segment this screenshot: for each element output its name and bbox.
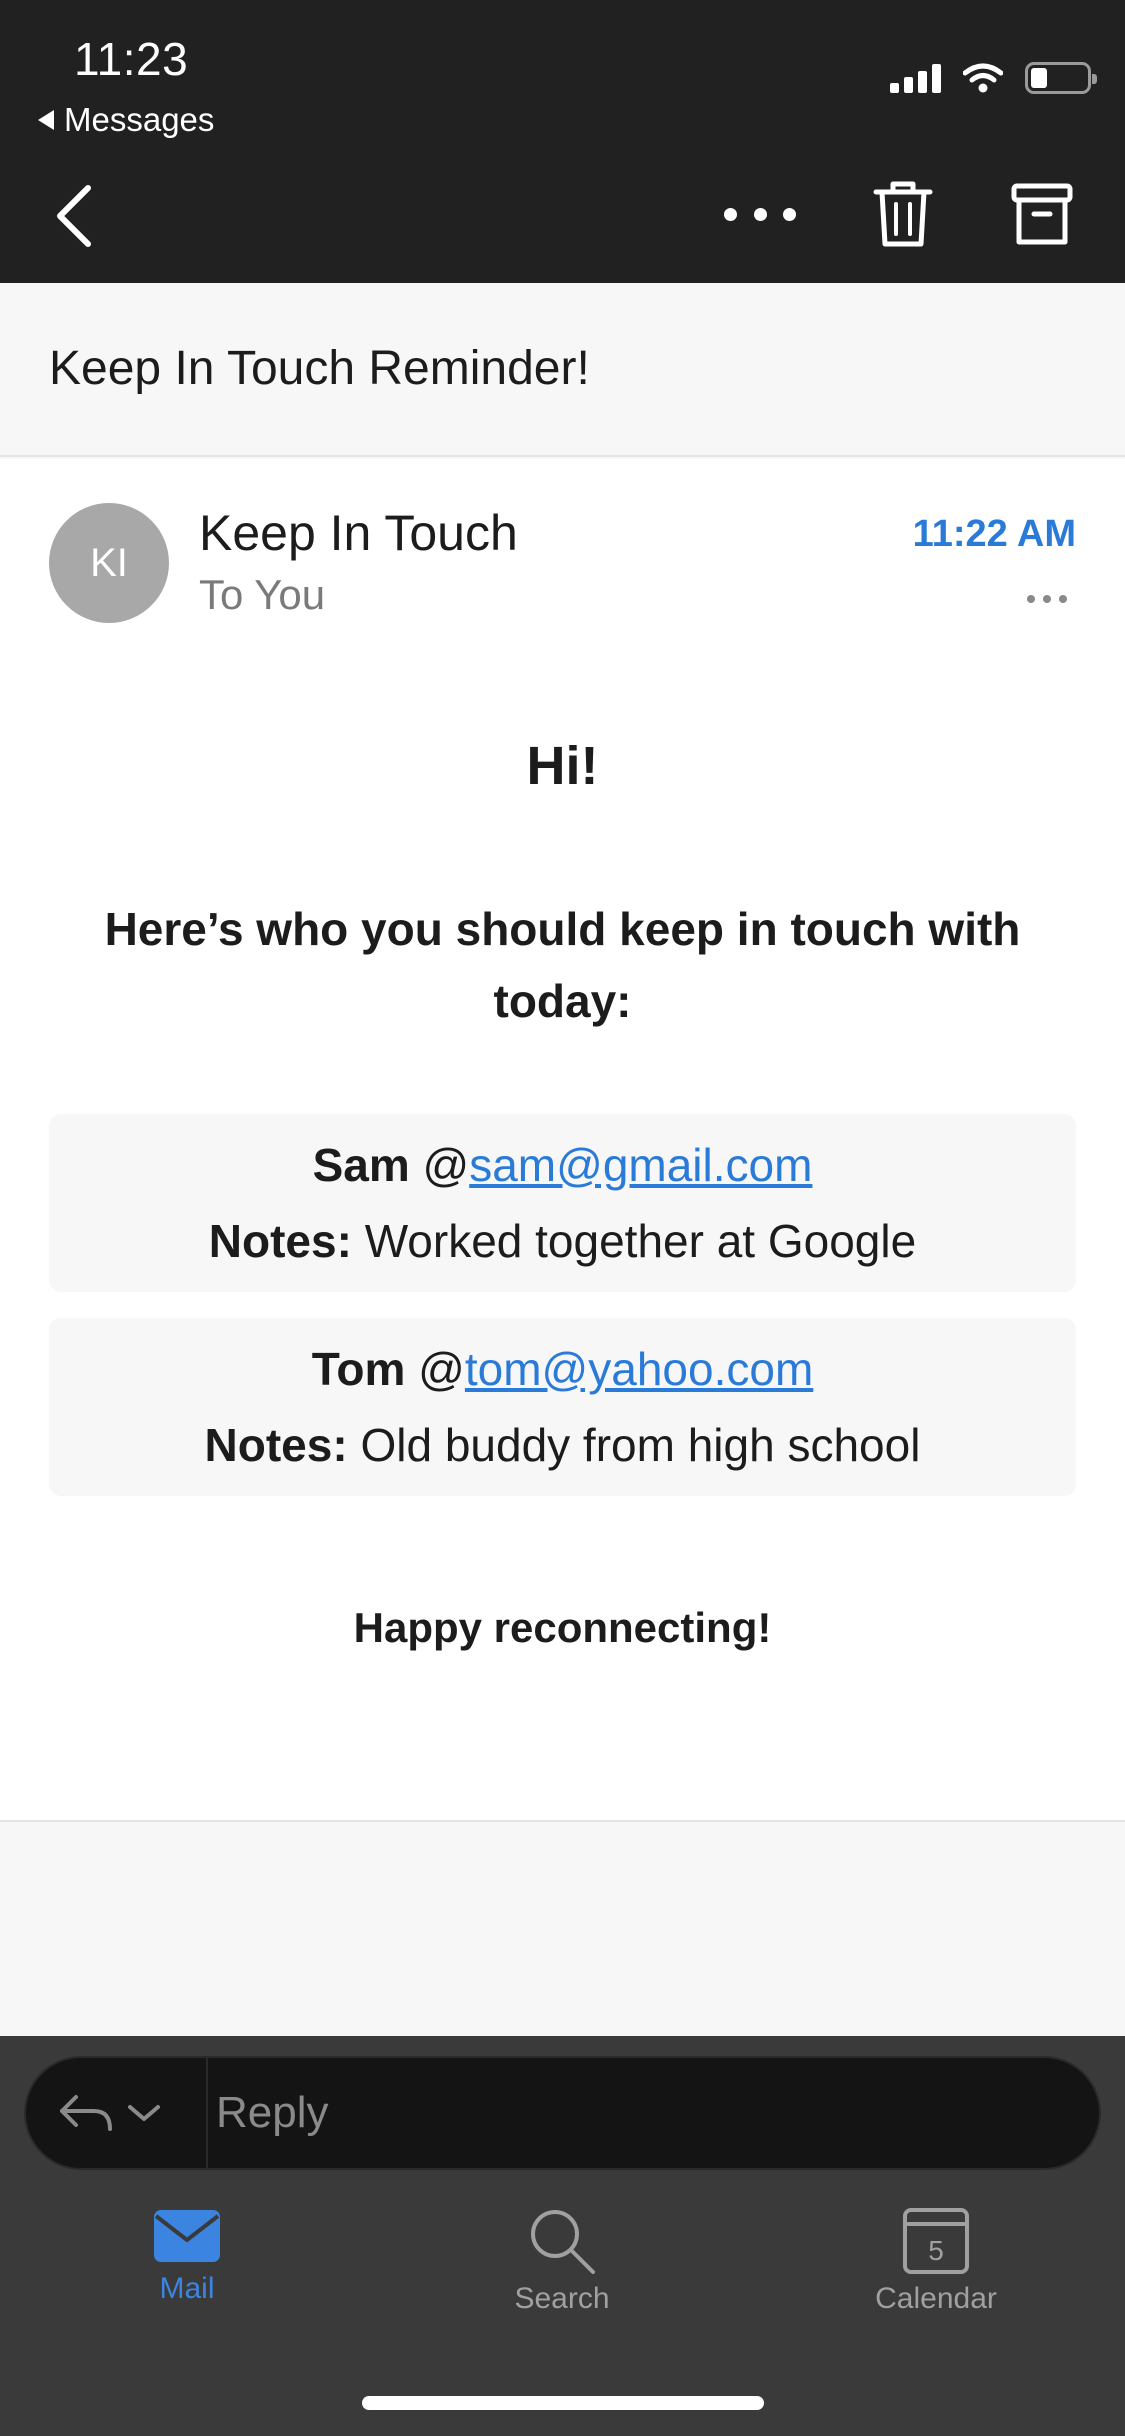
notes-label: Notes: (208, 1215, 352, 1267)
contact-notes: Notes: Old buddy from high school (49, 1418, 1076, 1472)
wifi-icon (963, 63, 1003, 93)
mail-icon (154, 2210, 220, 2262)
status-time: 11:23 (74, 33, 189, 85)
tab-search[interactable]: Search (462, 2206, 662, 2316)
cellular-signal-icon (890, 63, 941, 93)
notes-text: Worked together at Google (364, 1215, 917, 1267)
intro-text: Here’s who you should keep in touch with… (104, 903, 1021, 1027)
greeting: Hi! (526, 736, 599, 796)
message-toolbar (0, 170, 1125, 260)
chevron-left-icon[interactable] (50, 184, 110, 248)
message-more-icon[interactable] (1027, 595, 1067, 605)
contact-email-link[interactable]: sam@gmail.com (469, 1139, 812, 1191)
top-header: 11:23 Messages (0, 0, 1125, 283)
email-subject: Keep In Touch Reminder! (49, 342, 590, 395)
more-horizontal-icon[interactable] (724, 192, 796, 236)
search-icon (531, 2210, 595, 2274)
contact-card: Tom @tom@yahoo.com Notes: Old buddy from… (49, 1318, 1076, 1496)
reply-bar (24, 2056, 1101, 2170)
reply-input[interactable] (216, 2078, 1056, 2148)
tab-search-label: Search (514, 2282, 610, 2315)
contact-email-link[interactable]: tom@yahoo.com (465, 1343, 813, 1395)
trash-icon[interactable] (872, 178, 934, 250)
subject-bar: Keep In Touch Reminder! (0, 283, 1125, 457)
contact-notes: Notes: Worked together at Google (49, 1214, 1076, 1268)
calendar-icon: 5 (903, 2208, 969, 2274)
calendar-day-number: 5 (928, 2235, 944, 2266)
tab-calendar-label: Calendar (875, 2282, 997, 2315)
avatar[interactable]: KI (49, 503, 169, 623)
chevron-down-icon (128, 2105, 160, 2121)
reply-arrow-icon (60, 2095, 112, 2131)
reply-options-button[interactable] (56, 2058, 208, 2168)
contact-header: Sam @sam@gmail.com (49, 1138, 1076, 1192)
closing-text: Happy reconnecting! (353, 1604, 772, 1651)
contact-header: Tom @tom@yahoo.com (49, 1342, 1076, 1396)
bottom-bar: Mail Search 5 Calendar (0, 2036, 1125, 2436)
back-app-label: Messages (64, 101, 215, 138)
archive-icon[interactable] (1010, 178, 1074, 250)
email-message: KI Keep In Touch To You 11:22 AM Hi! Her… (0, 459, 1125, 1822)
contact-name: Tom (311, 1343, 406, 1395)
back-to-app-link[interactable]: Messages (38, 101, 214, 139)
status-indicators (890, 62, 1097, 94)
home-indicator[interactable] (362, 2396, 764, 2410)
notes-label: Notes: (204, 1419, 348, 1471)
tab-mail-label: Mail (159, 2272, 215, 2305)
contact-name: Sam (312, 1139, 410, 1191)
contact-at: @ (418, 1343, 465, 1395)
tab-mail[interactable]: Mail (87, 2206, 287, 2306)
sender-name[interactable]: Keep In Touch (199, 504, 518, 562)
message-time: 11:22 AM (912, 513, 1076, 555)
recipient-line[interactable]: To You (199, 571, 325, 619)
contact-card: Sam @sam@gmail.com Notes: Worked togethe… (49, 1114, 1076, 1292)
tab-calendar[interactable]: 5 Calendar (836, 2206, 1036, 2316)
notes-text: Old buddy from high school (360, 1419, 921, 1471)
back-triangle-icon (38, 110, 54, 130)
battery-icon (1025, 62, 1097, 94)
contact-at: @ (422, 1139, 470, 1191)
